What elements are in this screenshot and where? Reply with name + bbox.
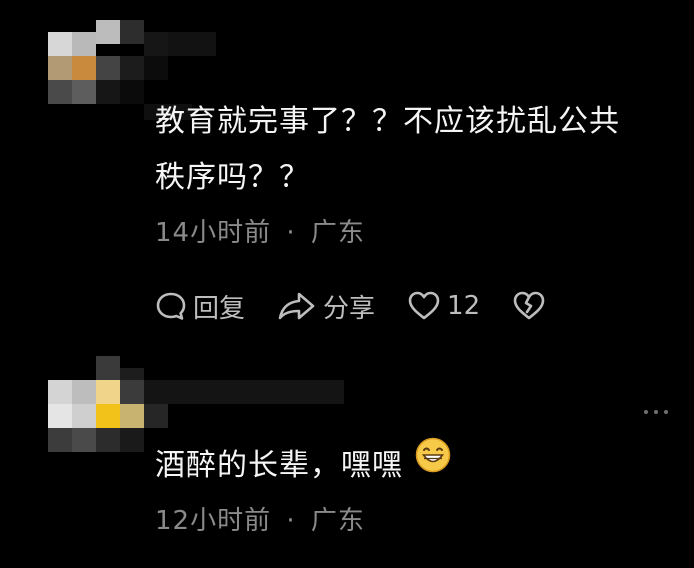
broken-heart-icon bbox=[513, 291, 545, 320]
comment-meta: 14小时前 · 广东 bbox=[155, 212, 365, 249]
timestamp: 12小时前 bbox=[155, 506, 272, 536]
comment-meta: 12小时前 · 广东 bbox=[155, 500, 365, 537]
reply-button[interactable]: 回复 bbox=[155, 288, 245, 325]
reply-icon bbox=[156, 292, 186, 320]
comment-text-line-1: 教育就完事了？？不应该扰乱公共 bbox=[155, 104, 620, 139]
comment-text: 酒醉的长辈，嘿嘿 bbox=[155, 436, 451, 494]
more-icon bbox=[644, 410, 648, 414]
share-icon bbox=[278, 292, 315, 320]
location: 广东 bbox=[310, 218, 365, 248]
comment-text-line-2: 秩序吗？？ bbox=[155, 160, 310, 195]
location: 广东 bbox=[310, 506, 365, 536]
comment-item: 教育就完事了？？不应该扰乱公共 秩序吗？？ 14小时前 · 广东 回复 分享 1… bbox=[0, 0, 694, 350]
comment-item: 酒醉的长辈，嘿嘿 12小时前 · 广东 bbox=[0, 350, 694, 568]
dislike-button[interactable] bbox=[512, 290, 552, 322]
comment-text-line: 酒醉的长辈，嘿嘿 bbox=[155, 448, 403, 483]
meta-separator: · bbox=[286, 506, 296, 536]
like-count: 12 bbox=[447, 291, 481, 321]
grin-emoji bbox=[415, 436, 451, 492]
comment-actions: 回复 分享 12 bbox=[155, 288, 584, 324]
share-label: 分享 bbox=[323, 293, 376, 324]
timestamp: 14小时前 bbox=[155, 218, 272, 248]
comment-text: 教育就完事了？？不应该扰乱公共 秩序吗？？ bbox=[155, 94, 620, 206]
heart-icon bbox=[408, 291, 440, 320]
reply-label: 回复 bbox=[193, 293, 246, 324]
share-button[interactable]: 分享 bbox=[277, 288, 375, 325]
more-button[interactable] bbox=[644, 410, 668, 414]
meta-separator: · bbox=[286, 218, 296, 248]
like-button[interactable]: 12 bbox=[407, 290, 480, 322]
